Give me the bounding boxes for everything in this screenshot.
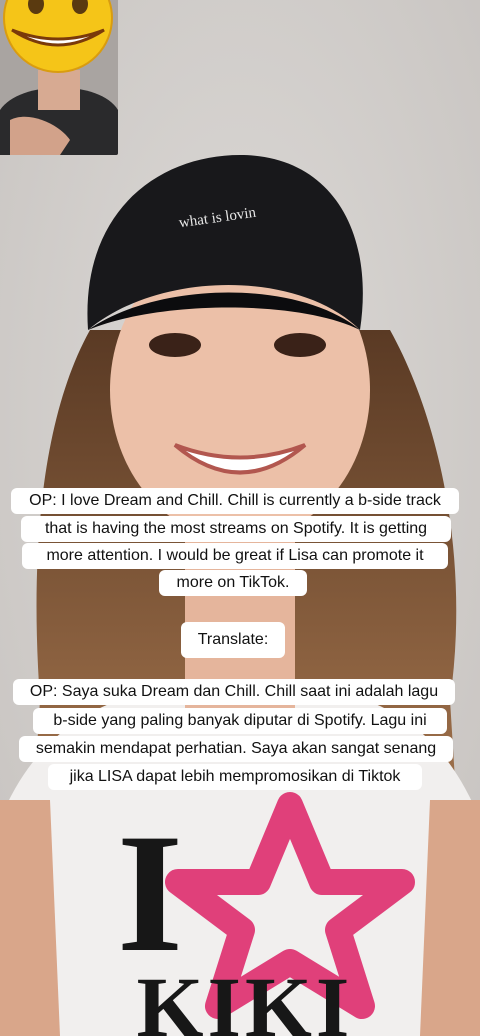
- caption-english-line-1: OP: I love Dream and Chill. Chill is cur…: [11, 488, 459, 514]
- caption-english-line-2: that is having the most streams on Spoti…: [21, 516, 451, 542]
- translate-label: Translate:: [181, 622, 285, 658]
- left-eye: [149, 333, 201, 357]
- caption-english-line-4: more on TikTok.: [159, 570, 307, 596]
- right-eye: [274, 333, 326, 357]
- arm-left: [0, 800, 60, 1036]
- picture-in-picture-camera: [0, 0, 118, 155]
- pip-person: [0, 0, 118, 155]
- shirt-word: KIKI: [137, 959, 354, 1036]
- arm-right: [420, 800, 480, 1036]
- caption-indonesian-line-3: semakin mendapat perhatian. Saya akan sa…: [19, 736, 453, 762]
- caption-english-line-3: more attention. I would be great if Lisa…: [22, 543, 448, 569]
- caption-indonesian-line-4: jika LISA dapat lebih mempromosikan di T…: [48, 764, 422, 790]
- caption-indonesian-line-1: OP: Saya suka Dream dan Chill. Chill saa…: [13, 679, 455, 705]
- caption-indonesian-line-2: b-side yang paling banyak diputar di Spo…: [33, 708, 447, 734]
